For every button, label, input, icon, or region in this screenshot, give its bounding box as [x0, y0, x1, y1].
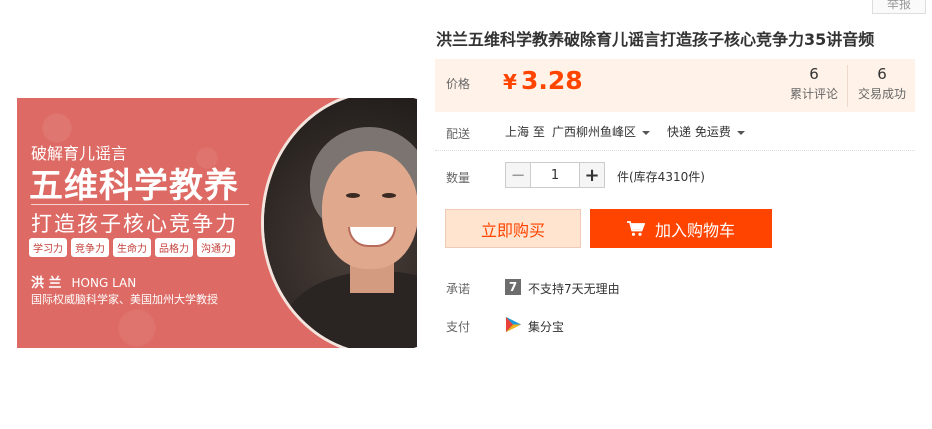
promise-label: 承诺 — [446, 282, 471, 296]
image-tag: 品格力 — [155, 238, 193, 257]
promise-row: 承诺 7 不支持7天无理由 — [435, 278, 915, 298]
shipping-method-select[interactable]: 快递 免运费 — [667, 123, 745, 140]
image-tag: 生命力 — [113, 238, 151, 257]
increase-button[interactable]: + — [579, 162, 605, 188]
image-tagline: 打造孩子核心竞争力 — [31, 212, 238, 236]
price-value: 3.28 — [521, 66, 583, 95]
payment-text: 集分宝 — [528, 320, 565, 334]
image-tag: 竞争力 — [71, 238, 109, 257]
seven-day-icon: 7 — [505, 279, 521, 295]
image-tags: 学习力 竞争力 生命力 品格力 沟通力 — [29, 238, 235, 257]
image-tag: 学习力 — [29, 238, 67, 257]
report-button[interactable]: 举报 — [872, 0, 926, 14]
quantity-row: 数量 − + 件(库存4310件) — [435, 160, 915, 190]
image-tag: 沟通力 — [197, 238, 235, 257]
product-image: 破解育儿谣言 五维科学教养 打造孩子核心竞争力 学习力 竞争力 生命力 品格力 … — [17, 98, 417, 348]
shipping-row: 配送 上海 至 广西柳州鱼峰区 快递 免运费 — [435, 120, 915, 151]
sold-stat: 6 交易成功 — [847, 65, 916, 107]
payment-row: 支付 集分宝 — [435, 316, 915, 336]
shipping-from: 上海 至 — [505, 125, 545, 139]
jifenbao-icon — [506, 317, 521, 332]
price-label: 价格 — [446, 77, 471, 91]
quantity-stepper: − + — [505, 162, 605, 188]
shipping-destination: 广西柳州鱼峰区 — [552, 125, 637, 139]
currency-symbol: ¥ — [503, 70, 517, 94]
cart-icon — [626, 220, 645, 236]
promise-text[interactable]: 不支持7天无理由 — [528, 280, 620, 297]
image-headline: 五维科学教养 — [29, 166, 239, 206]
payment-label: 支付 — [446, 320, 471, 334]
reviews-stat[interactable]: 6 累计评论 — [780, 65, 848, 102]
image-author-en: HONG LAN — [71, 276, 137, 290]
shipping-label: 配送 — [446, 127, 471, 141]
image-divider — [31, 204, 249, 205]
reviews-count: 6 — [809, 65, 819, 83]
author-portrait — [261, 98, 417, 348]
shipping-destination-select[interactable]: 广西柳州鱼峰区 — [552, 123, 651, 140]
reviews-label: 累计评论 — [789, 87, 838, 101]
quantity-label: 数量 — [446, 171, 471, 185]
quantity-input[interactable] — [531, 162, 579, 188]
image-author-desc: 国际权威脑科学家、美国加州大学教授 — [31, 293, 218, 306]
image-author: 洪 兰 HONG LAN — [31, 272, 136, 291]
sold-count: 6 — [877, 65, 887, 83]
buy-now-button[interactable]: 立即购买 — [445, 209, 581, 248]
stock-text: 件(库存4310件) — [617, 170, 705, 184]
image-author-cn: 洪 兰 — [31, 276, 62, 291]
shipping-method: 快递 免运费 — [667, 125, 731, 139]
decrease-button[interactable]: − — [505, 162, 531, 188]
add-to-cart-button[interactable]: 加入购物车 — [590, 209, 772, 248]
chevron-down-icon — [736, 130, 745, 135]
product-title: 洪兰五维科学教养破除育儿谣言打造孩子核心竞争力35讲音频 — [436, 30, 875, 49]
add-to-cart-label: 加入购物车 — [654, 220, 735, 240]
sold-label: 交易成功 — [857, 87, 906, 101]
price-panel: 价格 ¥ 3.28 6 累计评论 6 交易成功 — [435, 59, 915, 112]
chevron-down-icon — [642, 130, 651, 135]
